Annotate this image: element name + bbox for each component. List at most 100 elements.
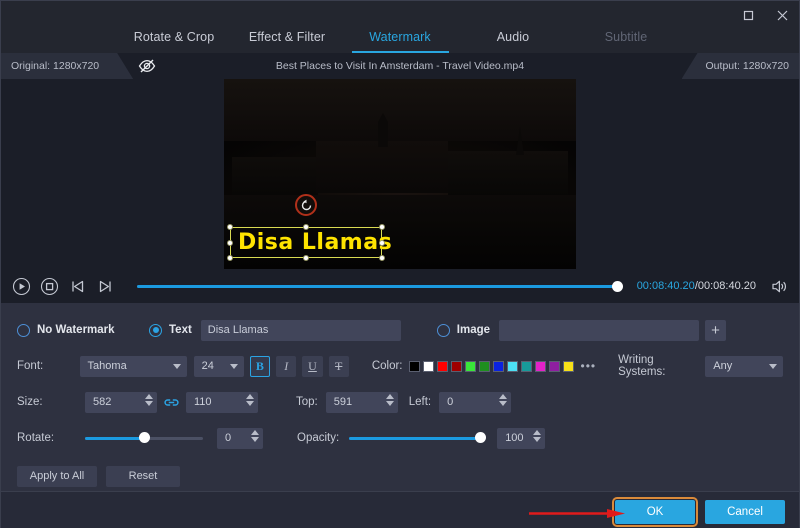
no-watermark-option[interactable]: No Watermark [17, 324, 149, 337]
apply-to-all-button[interactable]: Apply to All [17, 466, 97, 487]
height-input[interactable]: 110 [186, 392, 258, 413]
title-bar: Rotate & Crop Effect & Filter Watermark … [1, 1, 799, 53]
color-swatch[interactable] [563, 361, 574, 372]
resize-handle-top-center[interactable] [303, 224, 309, 230]
resize-handle-top-left[interactable] [227, 224, 233, 230]
preview-building-left [232, 157, 318, 195]
height-stepper[interactable] [246, 394, 254, 406]
italic-button[interactable]: I [276, 356, 296, 377]
left-stepper[interactable] [499, 394, 507, 406]
resize-handle-bottom-right[interactable] [379, 255, 385, 261]
resize-handle-bottom-center[interactable] [303, 255, 309, 261]
size-label: Size: [17, 396, 85, 408]
color-swatch[interactable] [409, 361, 420, 372]
opacity-slider-knob[interactable] [475, 432, 486, 443]
color-swatch[interactable] [507, 361, 518, 372]
left-input[interactable]: 0 [439, 392, 511, 413]
color-swatch[interactable] [437, 361, 448, 372]
add-image-button[interactable]: + [705, 320, 726, 341]
resize-handle-top-right[interactable] [379, 224, 385, 230]
cancel-button[interactable]: Cancel [705, 500, 785, 524]
output-resolution-label: Output: 1280x720 [706, 60, 789, 72]
preview-building-right [448, 151, 568, 197]
chevron-down-icon [769, 364, 777, 369]
rotate-handle-icon[interactable] [295, 194, 317, 216]
no-watermark-radio[interactable] [17, 324, 30, 337]
width-stepper[interactable] [145, 394, 153, 406]
watermark-source-row: No Watermark Text Disa Llamas Image + [17, 315, 783, 345]
tab-audio[interactable]: Audio [457, 30, 570, 53]
writing-systems-label: Writing Systems: [618, 354, 697, 378]
color-swatch[interactable] [451, 361, 462, 372]
color-swatch[interactable] [423, 361, 434, 372]
rotate-slider[interactable] [85, 431, 203, 445]
play-icon[interactable] [11, 276, 32, 297]
width-input[interactable]: 582 [85, 392, 157, 413]
video-preview-area: Disa Llamas [1, 79, 799, 269]
color-swatch[interactable] [521, 361, 532, 372]
tab-rotate-crop[interactable]: Rotate & Crop [118, 30, 231, 53]
text-watermark-option[interactable]: Text [149, 324, 192, 337]
color-swatch[interactable] [479, 361, 490, 372]
color-swatch[interactable] [493, 361, 504, 372]
color-swatch[interactable] [549, 361, 560, 372]
watermark-text-input[interactable]: Disa Llamas [201, 320, 401, 341]
text-watermark-radio[interactable] [149, 324, 162, 337]
strikethrough-button[interactable]: T [329, 356, 349, 377]
seek-slider[interactable] [137, 279, 622, 293]
height-value: 110 [194, 396, 212, 408]
volume-icon[interactable] [769, 276, 789, 296]
reset-button[interactable]: Reset [106, 466, 180, 487]
rotate-value: 0 [225, 432, 231, 444]
output-resolution: Output: 1280x720 [682, 53, 799, 79]
eye-off-icon[interactable] [137, 56, 157, 76]
color-swatch[interactable] [535, 361, 546, 372]
top-input[interactable]: 591 [326, 392, 398, 413]
seek-knob[interactable] [612, 281, 623, 292]
top-label: Top: [296, 396, 318, 408]
previous-frame-icon[interactable] [67, 276, 88, 297]
rotate-slider-fill [85, 437, 144, 440]
font-size-value: 24 [202, 360, 214, 372]
ok-button[interactable]: OK [615, 500, 695, 524]
rotate-stepper[interactable] [251, 430, 259, 442]
stop-icon[interactable] [39, 276, 60, 297]
rotate-slider-knob[interactable] [139, 432, 150, 443]
watermark-image-input[interactable] [499, 320, 699, 341]
opacity-stepper[interactable] [533, 430, 541, 442]
opacity-value: 100 [505, 432, 523, 444]
tab-watermark[interactable]: Watermark [344, 30, 457, 53]
font-label: Font: [17, 360, 80, 372]
opacity-slider[interactable] [349, 431, 485, 445]
resize-handle-bottom-left[interactable] [227, 255, 233, 261]
no-watermark-label: No Watermark [37, 324, 115, 336]
action-buttons-row: Apply to All Reset [17, 461, 783, 491]
tab-effect-filter[interactable]: Effect & Filter [231, 30, 344, 53]
rotate-input[interactable]: 0 [217, 428, 263, 449]
color-label: Color: [372, 360, 403, 372]
video-frame[interactable]: Disa Llamas [224, 79, 576, 269]
chain-link-icon[interactable] [164, 396, 179, 409]
watermark-selection-box[interactable]: Disa Llamas [230, 227, 382, 258]
underline-button[interactable]: U [302, 356, 322, 377]
resize-handle-middle-left[interactable] [227, 240, 233, 246]
tab-subtitle[interactable]: Subtitle [570, 30, 683, 53]
resize-handle-middle-right[interactable] [379, 240, 385, 246]
bold-button[interactable]: B [250, 356, 270, 377]
preview-sky [224, 79, 576, 141]
current-time: 00:08:40.20 [637, 280, 695, 292]
more-colors-button[interactable]: ••• [581, 362, 597, 370]
rotate-label: Rotate: [17, 432, 85, 444]
font-row: Font: Tahoma 24 B I U T Color: [17, 351, 783, 381]
top-stepper[interactable] [386, 394, 394, 406]
color-swatch[interactable] [465, 361, 476, 372]
watermark-text: Disa Llamas [238, 230, 392, 256]
font-family-select[interactable]: Tahoma [80, 356, 187, 377]
opacity-input[interactable]: 100 [497, 428, 545, 449]
font-size-select[interactable]: 24 [194, 356, 244, 377]
writing-systems-select[interactable]: Any [705, 356, 783, 377]
opacity-slider-fill [349, 437, 485, 440]
image-watermark-option[interactable]: Image [437, 324, 490, 337]
next-frame-icon[interactable] [95, 276, 116, 297]
image-watermark-radio[interactable] [437, 324, 450, 337]
